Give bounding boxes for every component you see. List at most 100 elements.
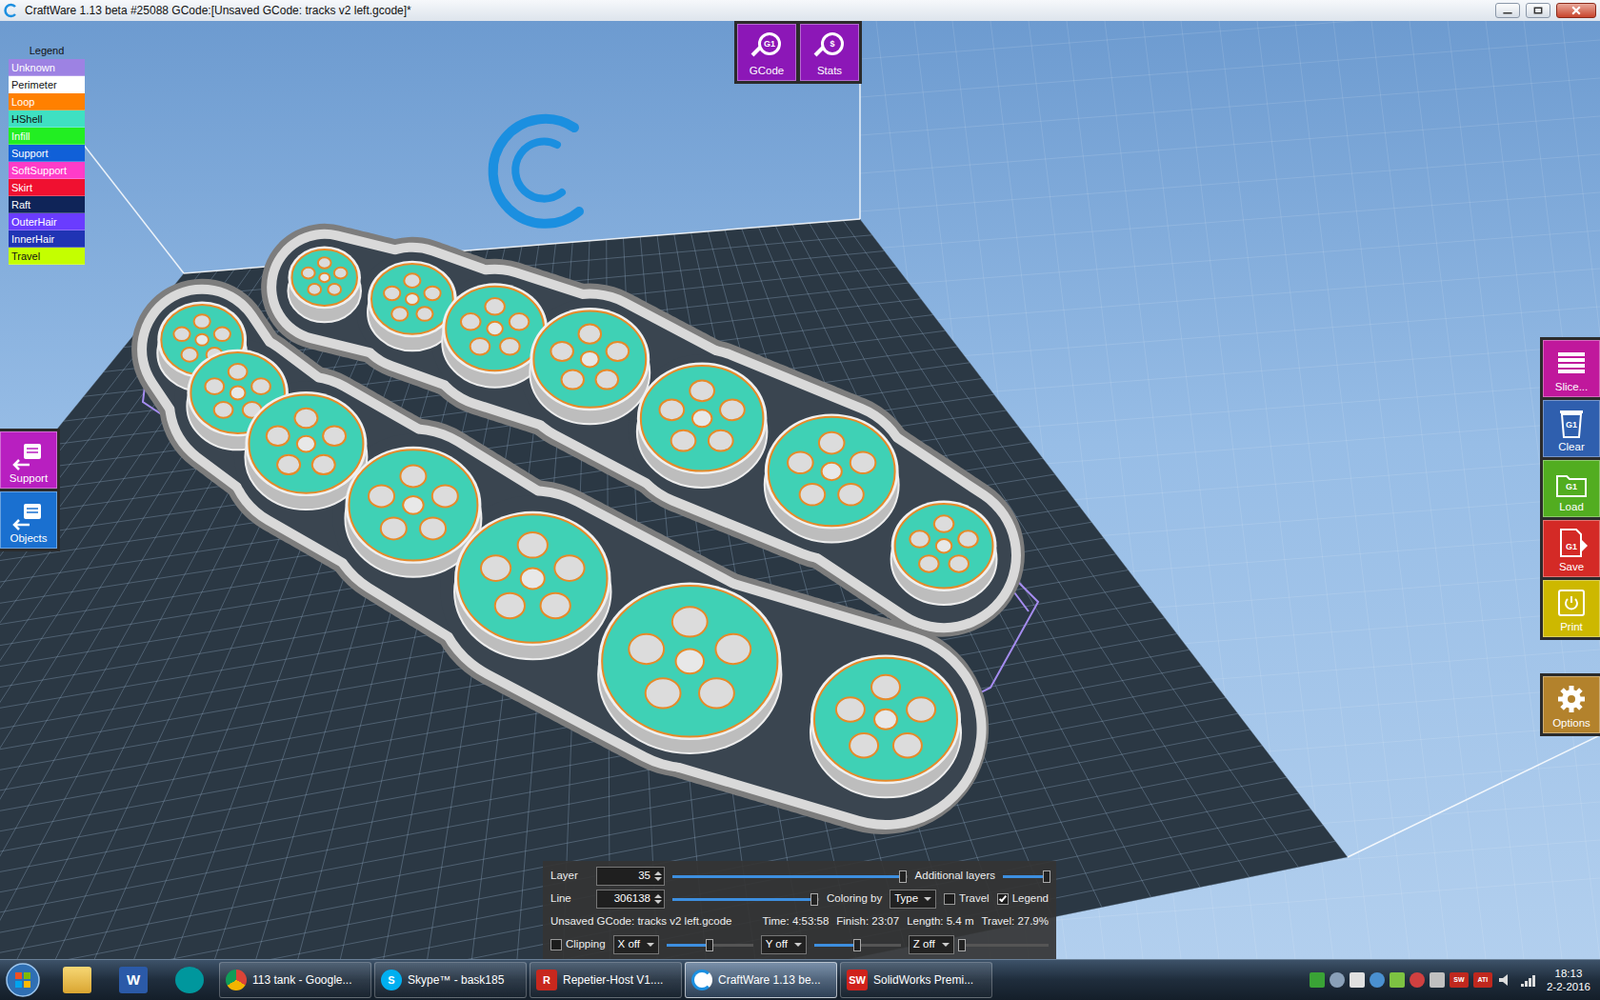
tray-app-icon[interactable] (1309, 972, 1325, 988)
clipping-checkbox[interactable]: Clipping (550, 936, 606, 953)
layer-slider[interactable] (672, 875, 908, 879)
support-button[interactable]: Support (0, 431, 58, 489)
arduino-pinned-button[interactable] (162, 961, 217, 999)
folder-pinned-button[interactable] (50, 961, 104, 999)
axis-slider[interactable] (814, 943, 901, 947)
close-button[interactable] (1556, 2, 1597, 19)
taskbar-item-label: Skype™ - bask185 (407, 971, 504, 989)
tray-app-icon[interactable] (1409, 972, 1425, 988)
minimize-icon (1496, 2, 1520, 19)
tray-app-icon[interactable] (1349, 972, 1365, 988)
travel-checkbox-box[interactable] (943, 893, 956, 905)
button-label: GCode (749, 64, 784, 78)
spin-down[interactable] (654, 877, 662, 881)
additional-layers-slider[interactable] (1002, 875, 1049, 879)
travel-checkbox[interactable]: Travel (943, 890, 990, 907)
taskbar-item[interactable]: SSkype™ - bask185 (374, 961, 527, 999)
button-label: Load (1559, 500, 1584, 514)
slice-icon (1553, 346, 1590, 380)
spin-up[interactable] (654, 894, 662, 899)
spin-down[interactable] (654, 900, 662, 904)
axis-select-value: Z off (913, 936, 936, 953)
line-slider-fill (672, 898, 815, 901)
axis-slider-knob[interactable] (958, 939, 966, 952)
button-label: Objects (10, 532, 48, 545)
coloring-label: Coloring by (826, 890, 882, 907)
clear-button[interactable]: G1Clear (1542, 400, 1600, 458)
system-tray: SWATI 18:132-2-2016 (1309, 966, 1597, 994)
save-button[interactable]: G1Save (1542, 520, 1600, 578)
tray-glyph-icon[interactable]: SW (1449, 972, 1469, 988)
print-button[interactable]: Print (1542, 580, 1600, 638)
taskbar-item[interactable]: CraftWare 1.13 be... (684, 961, 838, 999)
objects-button[interactable]: Objects (0, 491, 58, 549)
line-slider-knob[interactable] (810, 893, 819, 906)
legend-item: SoftSupport (8, 161, 85, 180)
minimize-button[interactable] (1495, 2, 1520, 19)
load-button[interactable]: G1Load (1542, 460, 1600, 518)
legend-checkbox-label: Legend (1012, 890, 1049, 907)
axis-select[interactable]: Y off (760, 935, 807, 954)
start-button[interactable] (1, 960, 44, 1000)
layer-label: Layer (550, 867, 589, 884)
dropdown-arrow-icon (794, 942, 802, 947)
tray-app-icon[interactable] (1389, 972, 1405, 988)
legend-item: Unknown (8, 59, 85, 77)
taskbar-item-label: Repetier-Host V1.... (562, 971, 663, 989)
legend-checkbox[interactable]: Legend (997, 890, 1049, 907)
tray-app-icon[interactable] (1329, 972, 1345, 988)
taskbar-item[interactable]: SWSolidWorks Premi... (840, 961, 993, 999)
additional-layers-slider-knob[interactable] (1042, 870, 1051, 883)
lower-track-model (157, 300, 961, 798)
axis-slider-knob[interactable] (705, 939, 714, 952)
tray-glyph-icon[interactable]: ATI (1473, 972, 1493, 988)
taskbar-item[interactable]: 113 tank - Google... (219, 961, 372, 999)
app-window: CraftWare 1.13 beta #25088 GCode:[Unsave… (0, 0, 1600, 1000)
options-button[interactable]: Options (1542, 676, 1600, 734)
axis-select[interactable]: X off (613, 935, 660, 954)
tray-app-icon[interactable] (1369, 972, 1385, 988)
legend-checkbox-box[interactable] (997, 893, 1009, 905)
coloring-select[interactable]: Type (889, 889, 937, 908)
legend-item: Support (8, 144, 85, 162)
legend-item: Infill (8, 127, 85, 145)
axis-select[interactable]: Z off (908, 935, 955, 954)
restore-button[interactable] (1525, 2, 1551, 19)
taskbar-item[interactable]: RRepetier-Host V1.... (529, 961, 682, 999)
legend-item: Loop (8, 93, 85, 111)
3d-viewport[interactable]: LegendUnknownPerimeterLoopHShellInfillSu… (0, 20, 1600, 960)
spin-up[interactable] (654, 871, 662, 876)
axis-slider[interactable] (666, 943, 754, 947)
stats-button[interactable]: $Stats (800, 23, 860, 81)
taskbar: W 113 tank - Google...SSkype™ - bask185RR… (0, 959, 1600, 1000)
layer-field[interactable]: 35 (596, 866, 665, 885)
print-preview-scene[interactable] (0, 20, 1600, 960)
line-slider[interactable] (672, 898, 820, 901)
button-label: Options (1552, 717, 1591, 730)
clock[interactable]: 18:132-2-2016 (1540, 966, 1597, 994)
stat-text: Time: 4:53:58 (761, 913, 829, 930)
button-label: Clear (1558, 440, 1584, 454)
save-icon-wrap: G1 (1553, 526, 1590, 560)
dropdown-arrow-icon (646, 942, 655, 947)
tray-app-icon[interactable] (1429, 972, 1445, 988)
axis-slider[interactable] (961, 943, 1049, 947)
stat-text: Length: 5.4 m (906, 913, 974, 930)
line-field[interactable]: 306138 (596, 889, 665, 908)
spinner[interactable] (654, 894, 662, 904)
folder-icon (62, 966, 92, 994)
stats-group: Time: 4:53:58Finish: 23:07Length: 5.4 mT… (761, 913, 1049, 930)
axis-slider-knob[interactable] (853, 939, 861, 952)
print-icon (1553, 586, 1590, 620)
gear-icon (1553, 682, 1590, 716)
additional-layers-label: Additional layers (915, 867, 996, 884)
legend-item: InnerHair (8, 230, 85, 248)
word-pinned-button[interactable]: W (106, 961, 160, 999)
layer-slider-knob[interactable] (899, 870, 907, 883)
legend-title: Legend (8, 41, 85, 60)
options-toolbar: Options (1540, 673, 1600, 737)
slice-button[interactable]: Slice... (1542, 340, 1600, 398)
clipping-checkbox-box[interactable] (550, 939, 562, 951)
spinner[interactable] (654, 871, 662, 881)
gcode-button[interactable]: G1GCode (737, 23, 797, 81)
